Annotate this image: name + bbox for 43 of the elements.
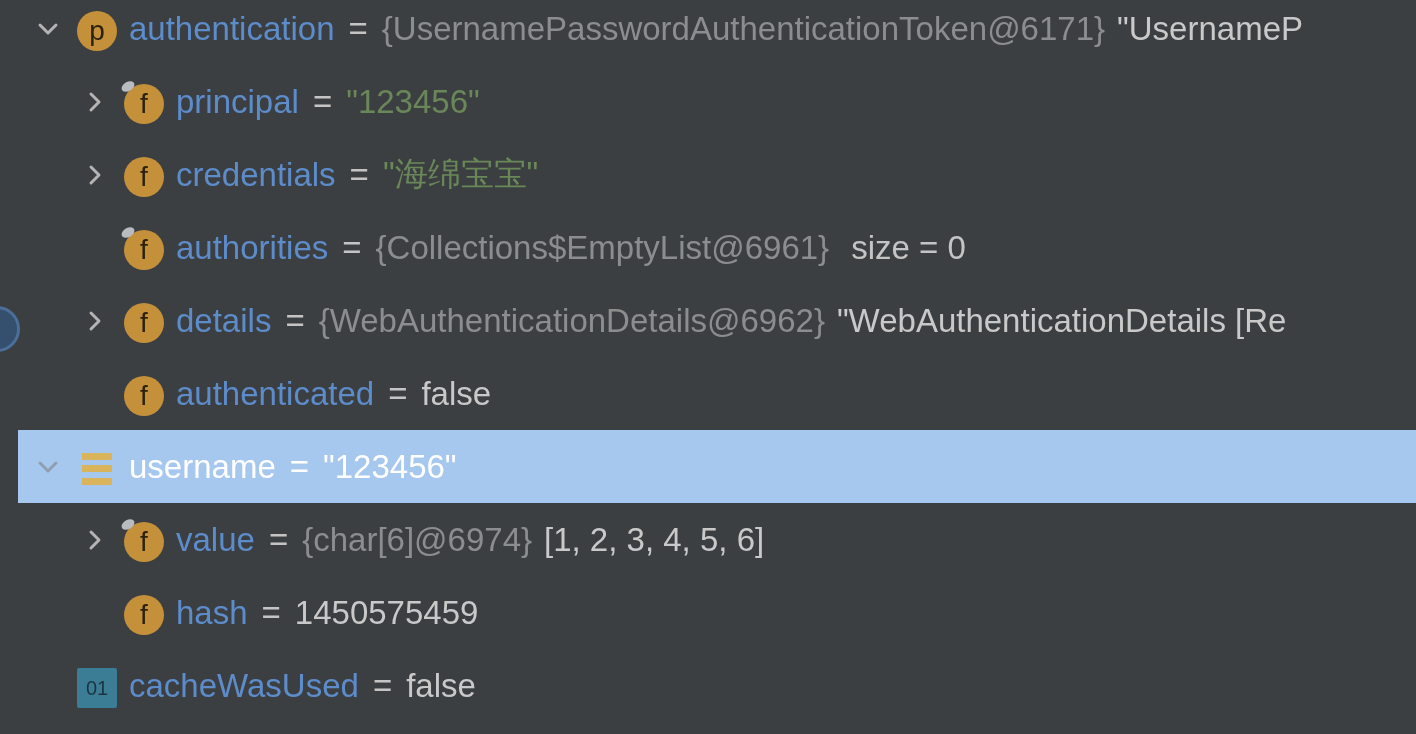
variable-name: value: [176, 520, 255, 559]
equals-sign: =: [342, 228, 362, 267]
variable-value: false: [421, 374, 492, 413]
tree-row[interactable]: 01 cacheWasUsed = false: [18, 649, 1416, 722]
variable-value: false: [406, 666, 476, 705]
tree-row[interactable]: p authentication = {UsernamePasswordAuthenticationToken@6171} "UsernameP: [18, 0, 1416, 65]
variable-value: "WebAuthenticationDetails [Re: [836, 301, 1287, 340]
tree-row[interactable]: f principal = "123456": [18, 65, 1416, 138]
variable-name: details: [176, 301, 272, 340]
variable-name: cacheWasUsed: [129, 666, 359, 705]
type-reference: {char[6]@6974}: [302, 520, 532, 559]
equals-sign: =: [289, 447, 310, 486]
tree-row[interactable]: f credentials = "海绵宝宝": [18, 138, 1416, 211]
equals-sign: =: [268, 520, 289, 559]
variable-name: authorities: [176, 228, 329, 267]
variable-value: "UsernameP: [1117, 9, 1303, 48]
variable-value: "123456": [346, 82, 480, 121]
tree-row[interactable]: f value = {char[6]@6974} [1, 2, 3, 4, 5, 6]: [18, 503, 1416, 576]
variable-name: principal: [176, 82, 299, 121]
type-reference: {UsernamePasswordAuthenticationToken@6171}: [381, 9, 1106, 48]
tree-row[interactable]: f authorities = {Collections$EmptyList@6961} size = 0: [18, 211, 1416, 284]
variable-name: authenticated: [176, 374, 375, 413]
variable-value: 1450575459: [294, 593, 479, 632]
equals-sign: =: [388, 374, 408, 413]
variable-value: [1, 2, 3, 4, 5, 6]: [544, 520, 765, 559]
variable-name: credentials: [176, 155, 336, 194]
variable-value: "海绵宝宝": [382, 154, 539, 194]
type-reference: {Collections$EmptyList@6961}: [375, 228, 830, 267]
equals-sign: =: [312, 82, 333, 121]
variable-name: authentication: [129, 9, 335, 48]
variable-name: hash: [176, 593, 248, 632]
equals-sign: =: [372, 666, 393, 705]
size-note: size = 0: [851, 228, 966, 267]
tree-row[interactable]: f details = {WebAuthenticationDetails@6962} "WebAuthenticationDetails [Re: [18, 284, 1416, 357]
tree-row[interactable]: f authenticated = false: [18, 357, 1416, 430]
equals-sign: =: [285, 301, 305, 340]
variable-value: "123456": [323, 447, 457, 486]
variable-name: username: [129, 447, 276, 486]
type-reference: {WebAuthenticationDetails@6962}: [318, 301, 825, 340]
equals-sign: =: [261, 593, 281, 632]
equals-sign: =: [349, 155, 369, 194]
tree-row[interactable]: f hash = 1450575459: [18, 576, 1416, 649]
equals-sign: =: [348, 9, 368, 48]
